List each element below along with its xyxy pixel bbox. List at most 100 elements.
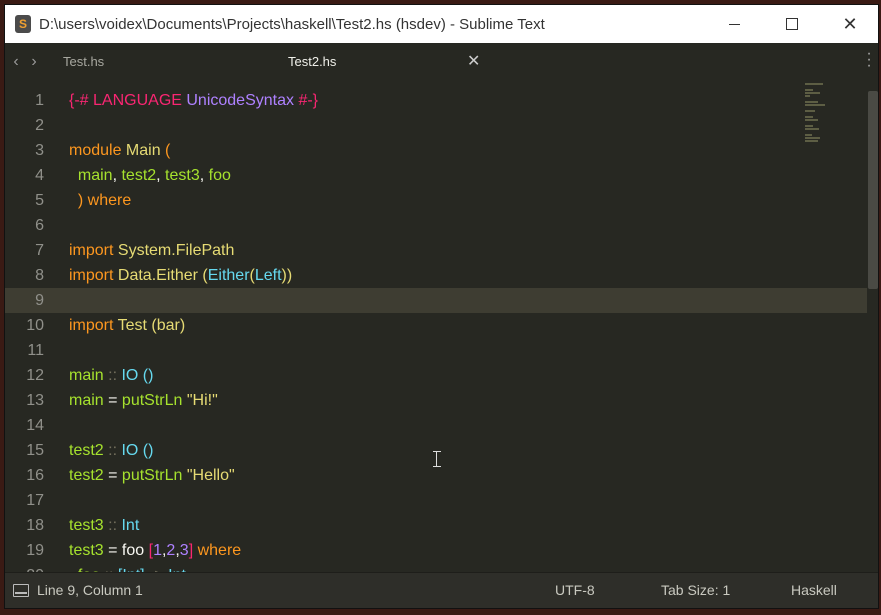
code-token: ) — [69, 192, 88, 209]
code-token: 1 — [153, 542, 162, 559]
code-line[interactable]: 3 module Main ( — [5, 138, 867, 163]
sublime-window: S D:\users\voidex\Documents\Projects\has… — [4, 4, 879, 609]
code-token: Left — [254, 267, 282, 284]
code-token: module — [69, 142, 126, 159]
text-cursor-icon — [433, 451, 441, 467]
code-token: test2 — [69, 467, 104, 484]
code-line[interactable]: 8 import Data.Either (Either(Left)) — [5, 263, 867, 288]
code-token: import — [69, 242, 118, 259]
code-text: import Test (bar) — [69, 313, 185, 338]
code-token: test3 — [165, 167, 200, 184]
tab-test2-hs[interactable]: Test2.hs — [288, 43, 336, 81]
code-token: Data.Either — [117, 267, 198, 284]
code-token: :: — [103, 442, 122, 459]
minimap-line — [805, 116, 813, 118]
code-text: test3 :: Int — [69, 513, 139, 538]
code-token: test2 — [69, 442, 104, 459]
code-line[interactable]: 6 — [5, 213, 867, 238]
code-token: "Hello" — [186, 467, 235, 484]
code-token: )) — [281, 267, 293, 284]
line-number: 13 — [26, 392, 44, 409]
minimap-line — [805, 101, 819, 103]
encoding-indicator[interactable]: UTF-8 — [555, 573, 595, 608]
line-number: 4 — [35, 167, 44, 184]
tab-test-hs[interactable]: Test.hs — [63, 43, 104, 81]
code-text: module Main ( — [69, 138, 170, 163]
code-token: (bar) — [146, 317, 186, 334]
code-token: = — [103, 467, 122, 484]
line-number: 9 — [35, 292, 44, 309]
code-line[interactable]: 10 import Test (bar) — [5, 313, 867, 338]
code-line[interactable]: 19 test3 = foo [1,2,3] where — [5, 538, 867, 563]
code-text: main = putStrLn "Hi!" — [69, 388, 218, 413]
minimize-button[interactable] — [705, 5, 763, 43]
code-token: ( — [160, 142, 171, 159]
minimap-line — [805, 95, 811, 97]
close-button[interactable]: ✕ — [821, 5, 878, 43]
minimap-line — [805, 140, 818, 142]
minimap-line — [805, 137, 820, 139]
code-line[interactable]: 7 import System.FilePath — [5, 238, 867, 263]
code-token: IO — [121, 367, 139, 384]
line-number: 14 — [26, 417, 44, 434]
line-number: 12 — [26, 367, 44, 384]
panel-toggle-icon[interactable] — [13, 584, 29, 597]
code-token: import — [69, 267, 118, 284]
code-token: 3 — [179, 542, 189, 559]
chevron-left-icon[interactable]: ‹ — [9, 53, 23, 71]
code-token: [ — [144, 542, 154, 559]
chevron-right-icon[interactable]: › — [27, 53, 41, 71]
code-line[interactable]: 12 main :: IO () — [5, 363, 867, 388]
minimap-line — [805, 83, 823, 85]
code-line[interactable]: 5 ) where — [5, 188, 867, 213]
code-token: IO — [121, 442, 139, 459]
code-token: = — [103, 542, 122, 559]
line-number: 16 — [26, 467, 44, 484]
line-number: 17 — [26, 492, 44, 509]
code-line[interactable]: 14 — [5, 413, 867, 438]
code-token: , — [156, 167, 166, 184]
code-token: Int — [121, 517, 140, 534]
code-token: "Hi!" — [186, 392, 218, 409]
minimap-line — [805, 92, 820, 94]
code-text: import Data.Either (Either(Left)) — [69, 263, 292, 288]
code-text: main :: IO () — [69, 363, 153, 388]
code-line[interactable]: 9 — [5, 288, 867, 313]
line-number: 7 — [35, 242, 44, 259]
minimap-line — [805, 125, 814, 127]
syntax-indicator[interactable]: Haskell — [791, 573, 837, 608]
code-editor[interactable]: 1 {-# LANGUAGE UnicodeSyntax #-} 2 3 module … — [5, 81, 867, 575]
code-token: ( — [197, 267, 208, 284]
code-text: main, test2, test3, foo — [69, 163, 231, 188]
code-token: import — [69, 317, 118, 334]
line-number: 18 — [26, 517, 44, 534]
status-bar: Line 9, Column 1 UTF-8 Tab Size: 1 Haske… — [5, 572, 878, 608]
vertical-scrollbar[interactable] — [868, 91, 878, 289]
code-token: , — [199, 167, 209, 184]
line-number: 6 — [35, 217, 44, 234]
tab-label: Test2.hs — [288, 54, 337, 69]
tab-size-indicator[interactable]: Tab Size: 1 — [661, 573, 730, 608]
code-token: {-# LANGUAGE — [69, 92, 187, 109]
code-token: :: — [103, 367, 122, 384]
more-vertical-icon[interactable]: · · · — [866, 46, 872, 74]
code-token: System.FilePath — [117, 242, 235, 259]
code-line[interactable]: 2 — [5, 113, 867, 138]
code-line[interactable]: 4 main, test2, test3, foo — [5, 163, 867, 188]
code-line[interactable]: 17 — [5, 488, 867, 513]
tab-label: Test.hs — [63, 54, 105, 69]
code-token: foo — [208, 167, 231, 184]
minimap[interactable] — [805, 83, 835, 143]
code-token: :: — [103, 517, 122, 534]
cursor-position[interactable]: Line 9, Column 1 — [37, 573, 143, 608]
code-token: test3 — [69, 542, 104, 559]
code-line[interactable]: 18 test3 :: Int — [5, 513, 867, 538]
title-bar[interactable]: S D:\users\voidex\Documents\Projects\has… — [5, 5, 878, 43]
code-line[interactable]: 11 — [5, 338, 867, 363]
tab-close-icon[interactable]: ✕ — [467, 43, 480, 81]
code-line[interactable]: 13 main = putStrLn "Hi!" — [5, 388, 867, 413]
line-number: 10 — [26, 317, 44, 334]
sublime-text-icon: S — [15, 15, 31, 33]
maximize-button[interactable] — [763, 5, 821, 43]
code-line[interactable]: 1 {-# LANGUAGE UnicodeSyntax #-} — [5, 88, 867, 113]
